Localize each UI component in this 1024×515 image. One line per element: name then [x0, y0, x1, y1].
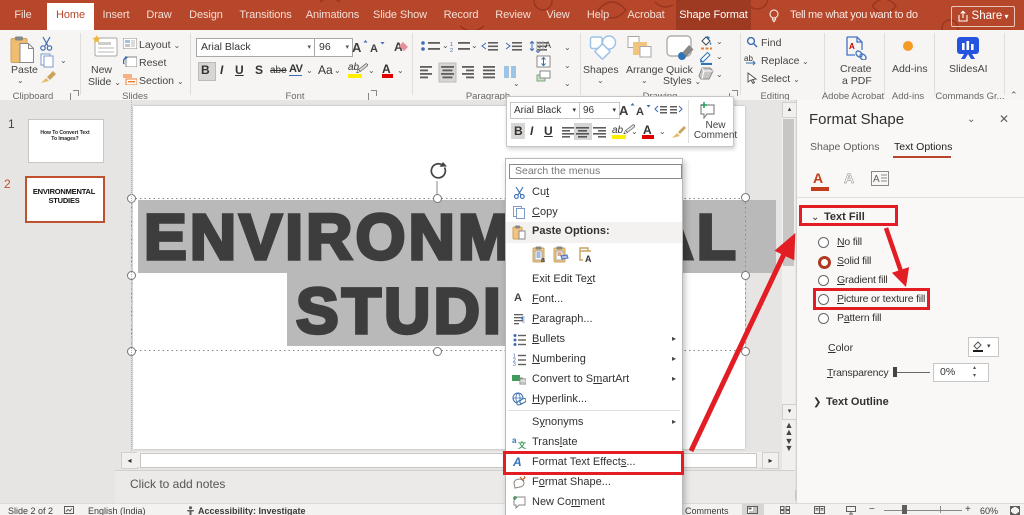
svg-text:A: A [636, 106, 644, 117]
svg-text:a: a [512, 436, 517, 445]
svg-text:文: 文 [518, 440, 526, 449]
svg-text:ab: ab [744, 54, 753, 63]
svg-text:A: A [849, 42, 855, 51]
svg-text:A: A [585, 254, 592, 263]
svg-text:A: A [370, 43, 378, 54]
svg-text:2: 2 [450, 48, 453, 54]
svg-text:A: A [619, 103, 629, 117]
svg-text:3: 3 [513, 362, 516, 366]
svg-text:¶: ¶ [521, 315, 525, 324]
svg-text:A: A [873, 174, 880, 185]
svg-text:A: A [545, 40, 551, 50]
svg-text:A: A [352, 40, 362, 54]
svg-text:a: a [541, 257, 545, 263]
